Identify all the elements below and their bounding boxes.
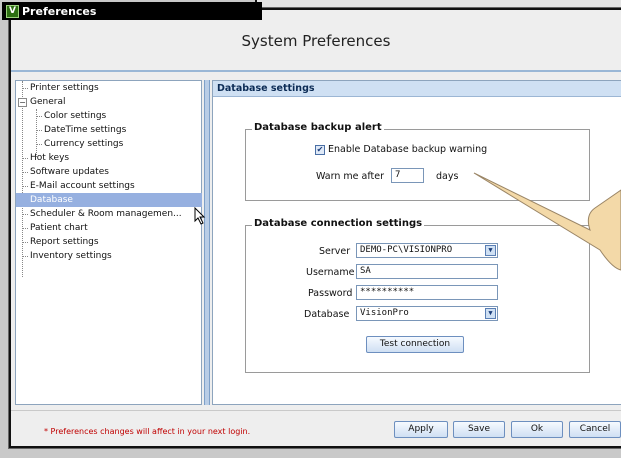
warn-days-input[interactable]: 7	[391, 168, 424, 183]
footer-divider	[11, 410, 621, 411]
settings-tree: Printer settings − General Color setting…	[15, 80, 202, 405]
warn-me-after-label: Warn me after	[316, 171, 384, 182]
server-value: DEMO-PC\VISIONPRO	[360, 245, 453, 255]
username-input[interactable]: SA	[356, 264, 498, 279]
preferences-dialog: V Preferences System Preferences Printer…	[2, 2, 621, 448]
chevron-down-icon[interactable]: ▼	[485, 245, 496, 256]
username-label: Username	[306, 267, 355, 278]
tree-item-hot-keys[interactable]: Hot keys	[30, 151, 69, 165]
database-value: VisionPro	[360, 308, 409, 318]
tree-guide-line	[22, 88, 28, 89]
database-settings-panel: Database settings Database backup alert …	[212, 80, 621, 405]
database-select[interactable]: VisionPro ▼	[356, 306, 498, 321]
tree-guide-line	[22, 228, 28, 229]
backup-alert-group-title: Database backup alert	[252, 122, 384, 133]
tree-item-color-settings[interactable]: Color settings	[44, 109, 106, 123]
save-button[interactable]: Save	[453, 421, 505, 438]
tree-item-printer-settings[interactable]: Printer settings	[30, 81, 99, 95]
tree-guide-line	[22, 242, 28, 243]
test-connection-button[interactable]: Test connection	[366, 336, 464, 353]
password-label: Password	[308, 288, 353, 299]
tree-guide-line	[36, 144, 42, 145]
tree-item-currency-settings[interactable]: Currency settings	[44, 137, 123, 151]
collapse-icon[interactable]: −	[18, 98, 27, 107]
pane-splitter[interactable]	[204, 80, 210, 405]
backup-alert-group: Database backup alert ✔ Enable Database …	[245, 122, 590, 201]
tree-item-report-settings[interactable]: Report settings	[30, 235, 99, 249]
tree-guide-line	[22, 186, 28, 187]
password-input[interactable]: **********	[356, 285, 498, 300]
database-label: Database	[304, 309, 350, 320]
tree-item-scheduler-room-management[interactable]: Scheduler & Room managemen...	[30, 207, 182, 221]
server-select[interactable]: DEMO-PC\VISIONPRO ▼	[356, 243, 498, 258]
connection-settings-group-title: Database connection settings	[252, 218, 425, 229]
tree-guide-line	[36, 116, 42, 117]
apply-button[interactable]: Apply	[394, 421, 448, 438]
tree-guide-line	[22, 214, 28, 215]
page-title: System Preferences	[241, 32, 391, 50]
cancel-button[interactable]: Cancel	[569, 421, 621, 438]
tree-item-software-updates[interactable]: Software updates	[30, 165, 109, 179]
title-bar[interactable]: V Preferences	[2, 2, 262, 20]
header-divider	[11, 70, 621, 72]
enable-backup-warning-checkbox[interactable]: ✔	[315, 145, 325, 155]
panel-title: Database settings	[213, 81, 621, 97]
tree-item-inventory-settings[interactable]: Inventory settings	[30, 249, 112, 263]
tree-item-general[interactable]: General	[30, 95, 65, 109]
tree-guide-line	[36, 130, 42, 131]
tree-item-patient-chart[interactable]: Patient chart	[30, 221, 88, 235]
tree-guide-line	[22, 158, 28, 159]
tree-guide-line	[22, 172, 28, 173]
server-label: Server	[319, 246, 351, 257]
days-label: days	[436, 171, 459, 182]
app-logo-icon: V	[6, 4, 19, 18]
ok-button[interactable]: Ok	[511, 421, 563, 438]
tree-guide-line	[22, 81, 23, 277]
window-title: Preferences	[22, 4, 97, 18]
connection-settings-group: Database connection settings Server DEMO…	[245, 218, 590, 373]
tree-guide-line	[22, 256, 28, 257]
tree-item-datetime-settings[interactable]: DateTime settings	[44, 123, 126, 137]
preferences-note: * Preferences changes will affect in you…	[44, 427, 251, 436]
mouse-cursor-icon	[194, 207, 206, 225]
tree-item-email-account-settings[interactable]: E-Mail account settings	[30, 179, 135, 193]
tree-item-database[interactable]: Database	[16, 193, 202, 207]
enable-backup-warning-label: Enable Database backup warning	[328, 144, 488, 155]
chevron-down-icon[interactable]: ▼	[485, 308, 496, 319]
